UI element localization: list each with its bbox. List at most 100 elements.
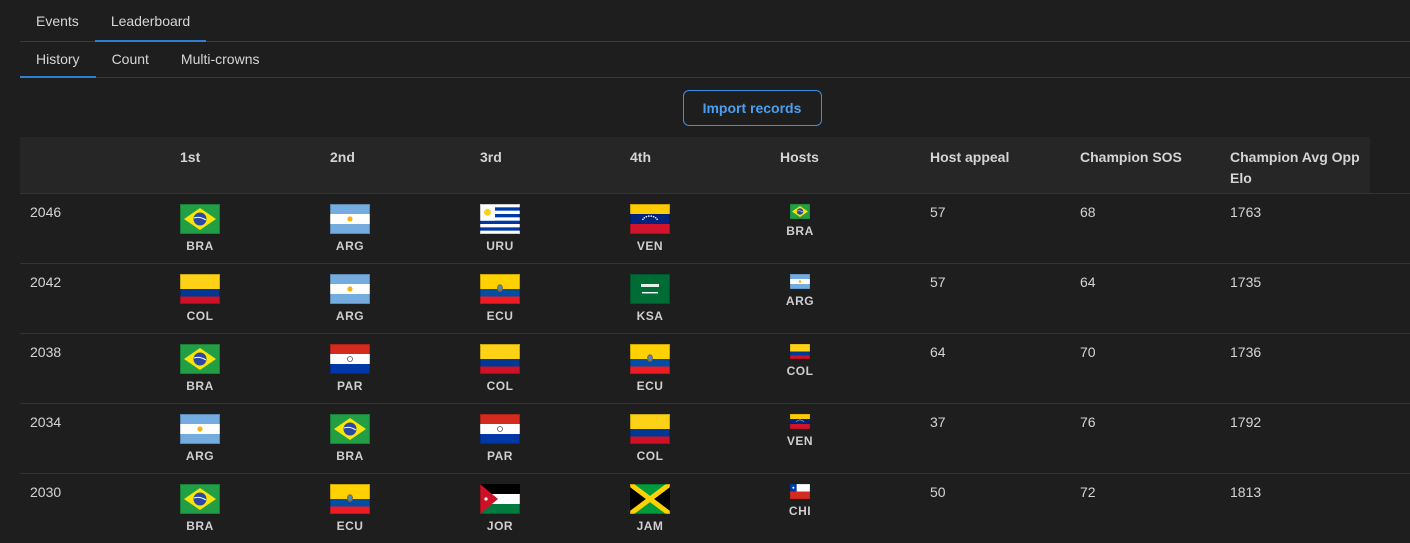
- column-header-1st: 1st: [180, 149, 201, 165]
- placement-cell: PAR: [320, 332, 470, 403]
- team-badge[interactable]: ARG: [785, 273, 815, 308]
- team-badge[interactable]: BRA: [180, 483, 220, 533]
- team-badge[interactable]: COL: [785, 343, 815, 378]
- import-records-button[interactable]: Import records: [682, 90, 822, 126]
- team-code: KSA: [636, 308, 664, 323]
- year-cell: 2042: [20, 262, 170, 333]
- team-badge[interactable]: BRA: [180, 203, 220, 253]
- placement-cell: PAR: [470, 402, 620, 473]
- champion-sos-cell: 72: [1070, 472, 1220, 543]
- placement-cell: BRA: [320, 402, 470, 473]
- tab-multi-crowns[interactable]: Multi-crowns: [165, 41, 276, 77]
- jordan-flag-icon: [480, 483, 520, 514]
- team-badge[interactable]: VEN: [630, 203, 670, 253]
- champion-elo-cell: 1735: [1220, 262, 1370, 333]
- team-badge[interactable]: ECU: [480, 273, 520, 323]
- team-code: ARG: [185, 448, 215, 463]
- champion-elo-cell: 1736: [1220, 332, 1370, 403]
- row-spacer: [1370, 402, 1410, 473]
- tab-leaderboard[interactable]: Leaderboard: [94, 0, 207, 42]
- year-cell: 2030: [20, 472, 170, 543]
- team-code: ARG: [785, 293, 815, 308]
- placement-cell: COL: [170, 262, 320, 333]
- team-code: COL: [186, 308, 214, 323]
- argentina-flag-icon: [330, 203, 370, 234]
- host-cell: COL: [770, 332, 920, 403]
- team-badge[interactable]: VEN: [785, 413, 815, 448]
- champion-sos-cell: 68: [1070, 192, 1220, 263]
- placement-cell: JAM: [620, 472, 770, 543]
- placement-cell: VEN: [620, 192, 770, 263]
- brazil-flag-icon: [180, 343, 220, 374]
- chile-flag-icon: [790, 483, 810, 499]
- team-code: VEN: [636, 238, 664, 253]
- row-spacer: [1370, 192, 1410, 263]
- placement-cell: ARG: [320, 262, 470, 333]
- team-badge[interactable]: BRA: [330, 413, 370, 463]
- tab-events[interactable]: Events: [20, 0, 95, 41]
- team-code: JOR: [486, 518, 514, 533]
- team-badge[interactable]: PAR: [480, 413, 520, 463]
- venezuela-flag-icon: [630, 203, 670, 234]
- placement-cell: BRA: [170, 472, 320, 543]
- team-badge[interactable]: ARG: [330, 203, 370, 253]
- host-appeal-cell: 37: [920, 402, 1070, 473]
- team-code: BRA: [786, 223, 814, 238]
- year-cell: 2038: [20, 332, 170, 403]
- champion-sos-cell: 64: [1070, 262, 1220, 333]
- team-code: ARG: [335, 308, 365, 323]
- team-badge[interactable]: BRA: [785, 203, 815, 238]
- host-cell: BRA: [770, 192, 920, 263]
- host-cell: ARG: [770, 262, 920, 333]
- team-code: ECU: [336, 518, 364, 533]
- team-code: JAM: [636, 518, 664, 533]
- column-header-4th: 4th: [630, 149, 651, 165]
- venezuela-flag-icon: [790, 413, 810, 429]
- team-badge[interactable]: BRA: [180, 343, 220, 393]
- team-badge[interactable]: PAR: [330, 343, 370, 393]
- ecuador-flag-icon: [330, 483, 370, 514]
- team-badge[interactable]: URU: [480, 203, 520, 253]
- row-spacer: [1370, 332, 1410, 403]
- tab-history[interactable]: History: [20, 41, 96, 78]
- header-spacer: [1370, 137, 1410, 193]
- placement-cell: ECU: [470, 262, 620, 333]
- colombia-flag-icon: [790, 343, 810, 359]
- team-code: VEN: [786, 433, 814, 448]
- placement-cell: JOR: [470, 472, 620, 543]
- argentina-flag-icon: [330, 273, 370, 304]
- tab-count[interactable]: Count: [96, 41, 165, 77]
- team-badge[interactable]: ARG: [330, 273, 370, 323]
- team-badge[interactable]: ARG: [180, 413, 220, 463]
- team-code: ECU: [486, 308, 514, 323]
- paraguay-flag-icon: [330, 343, 370, 374]
- argentina-flag-icon: [790, 273, 810, 289]
- team-code: ARG: [335, 238, 365, 253]
- champion-sos-cell: 76: [1070, 402, 1220, 473]
- placement-cell: COL: [470, 332, 620, 403]
- team-badge[interactable]: COL: [180, 273, 220, 323]
- team-code: BRA: [186, 518, 214, 533]
- paraguay-flag-icon: [480, 413, 520, 444]
- team-badge[interactable]: JOR: [480, 483, 520, 533]
- team-code: COL: [486, 378, 514, 393]
- brazil-flag-icon: [790, 203, 810, 219]
- team-badge[interactable]: COL: [480, 343, 520, 393]
- host-appeal-cell: 57: [920, 262, 1070, 333]
- team-badge[interactable]: JAM: [630, 483, 670, 533]
- team-badge[interactable]: KSA: [630, 273, 670, 323]
- team-code: PAR: [487, 448, 513, 463]
- team-badge[interactable]: ECU: [630, 343, 670, 393]
- colombia-flag-icon: [630, 413, 670, 444]
- team-code: BRA: [336, 448, 364, 463]
- table-row: 2038 BRA PAR COL ECU COL 64 70 1736: [20, 332, 1410, 403]
- row-spacer: [1370, 262, 1410, 333]
- year-cell: 2046: [20, 192, 170, 263]
- uruguay-flag-icon: [480, 203, 520, 234]
- team-badge[interactable]: CHI: [785, 483, 815, 518]
- team-badge[interactable]: COL: [630, 413, 670, 463]
- column-header-year: [20, 137, 170, 193]
- sub-tabs: History Count Multi-crowns: [20, 41, 1410, 78]
- team-badge[interactable]: ECU: [330, 483, 370, 533]
- main-tabs: Events Leaderboard: [20, 0, 1410, 42]
